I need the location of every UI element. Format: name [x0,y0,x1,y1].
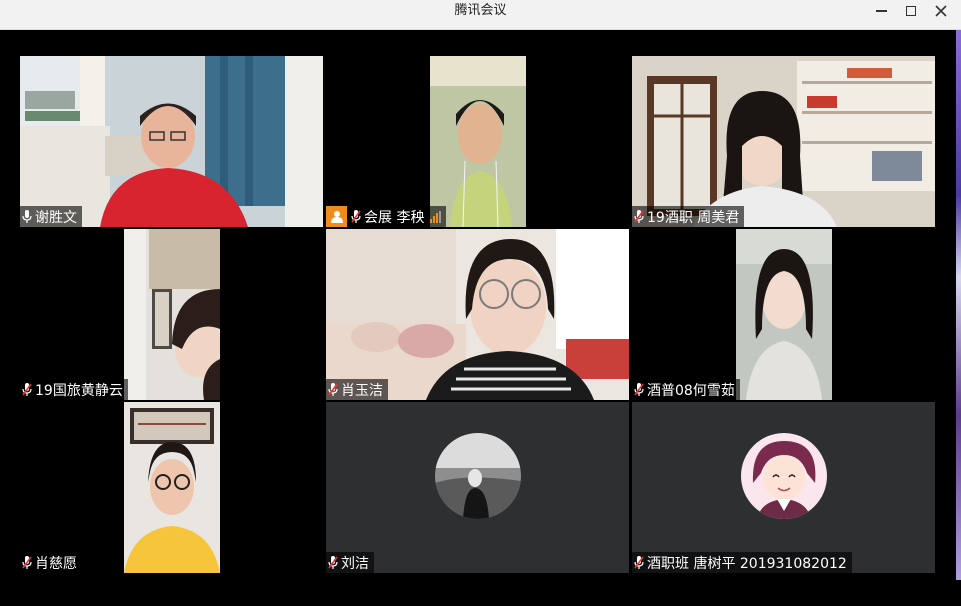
participant-name-label: 19酒职 周美君 [632,206,745,227]
signal-strength-icon [430,210,442,223]
mic-muted-icon [22,556,32,569]
video-feed [430,56,526,227]
mic-muted-icon [328,383,338,396]
participant-name: 刘洁 [341,555,369,572]
video-feed [632,56,935,227]
minimize-icon [875,10,887,12]
avatar [435,433,521,519]
participant-tile[interactable]: 酒普08何雪茹 [632,229,935,400]
video-feed [736,229,832,400]
close-icon [935,5,947,17]
video-feed [124,402,220,573]
participant-name: 酒职班 唐树平 201931082012 [647,555,847,572]
video-feed [124,229,220,400]
participant-name-label: 刘洁 [326,552,374,573]
video-feed [20,56,323,227]
participant-name: 肖玉洁 [341,382,383,399]
maximize-button[interactable] [896,0,926,22]
participant-name-label: 酒普08何雪茹 [632,379,740,400]
participant-tile[interactable]: 谢胜文 [20,56,323,227]
participant-name-label: 19国旅黄静云 [20,379,128,400]
desktop-edge [956,30,961,580]
participant-tile[interactable]: 酒职班 唐树平 201931082012 [632,402,935,573]
participant-name-label: 会展 李秧 [326,206,447,227]
participant-tile[interactable]: 肖玉洁 [326,229,629,400]
participant-name-label: 酒职班 唐树平 201931082012 [632,552,852,573]
participant-tile[interactable]: 刘洁 [326,402,629,573]
mic-on-icon [22,210,32,223]
avatar [741,433,827,519]
participant-name: 肖慈愿 [35,555,77,572]
mic-muted-icon [328,556,338,569]
maximize-icon [906,6,916,16]
participant-name-label: 肖慈愿 [20,552,82,573]
video-feed [326,229,629,400]
mic-muted-icon [634,383,644,396]
participant-tile[interactable]: 19国旅黄静云 [20,229,323,400]
participant-name-label: 肖玉洁 [326,379,388,400]
participant-name: 19酒职 周美君 [647,209,740,226]
window-title: 腾讯会议 [454,3,507,18]
participant-name: 谢胜文 [35,209,77,226]
minimize-button[interactable] [866,0,896,22]
mic-muted-icon [634,210,644,223]
participant-name: 会展 李秧 [364,209,425,226]
participant-name-label: 谢胜文 [20,206,82,227]
title-bar: 腾讯会议 [0,0,961,30]
participant-tile[interactable]: 19酒职 周美君 [632,56,935,227]
participant-name: 酒普08何雪茹 [647,382,735,399]
mic-muted-icon [634,556,644,569]
participant-tile[interactable]: 肖慈愿 [20,402,323,573]
participant-tile[interactable]: 会展 李秧 [326,56,629,227]
close-button[interactable] [926,0,956,22]
mic-muted-icon [22,383,32,396]
host-badge-icon [326,206,347,227]
mic-muted-icon [351,210,361,223]
participant-name: 19国旅黄静云 [35,382,123,399]
